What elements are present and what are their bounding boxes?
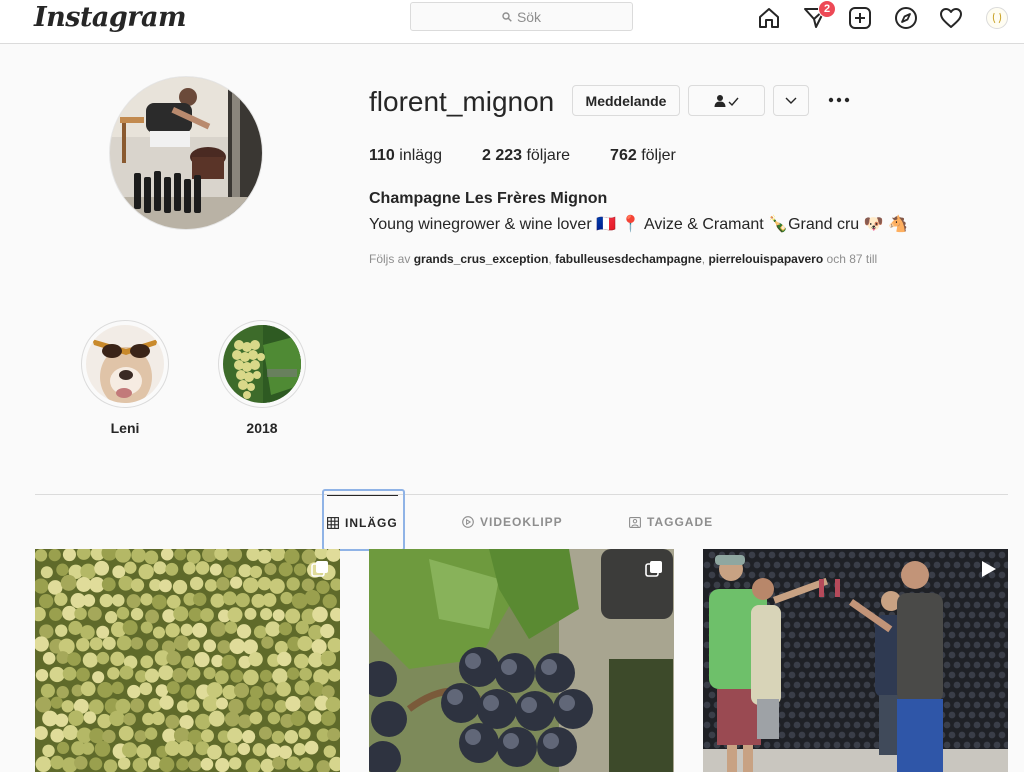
profile-stats: 110 inlägg 2 223 följare 762 följer bbox=[369, 147, 716, 165]
explore-compass-icon[interactable] bbox=[893, 5, 919, 31]
user-check-icon bbox=[714, 94, 739, 107]
highlight-2018[interactable]: 2018 bbox=[218, 320, 306, 436]
activity-heart-icon[interactable] bbox=[938, 5, 964, 31]
highlight-dog-image bbox=[86, 325, 164, 403]
carousel-icon bbox=[311, 561, 328, 577]
following-button[interactable] bbox=[688, 85, 765, 116]
tab-tagged[interactable]: TAGGADE bbox=[629, 495, 713, 549]
play-circle-icon bbox=[462, 516, 474, 528]
highlight-leni[interactable]: Leni bbox=[81, 320, 169, 436]
grid-icon bbox=[327, 516, 339, 529]
message-button[interactable]: Meddelande bbox=[572, 85, 680, 116]
suggested-accounts-button[interactable] bbox=[773, 85, 809, 116]
new-post-icon[interactable] bbox=[847, 5, 873, 31]
profile-tabs: INLÄGG VIDEOKLIPP TAGGADE bbox=[0, 495, 1024, 549]
instagram-logo[interactable]: Instagram bbox=[34, 2, 187, 33]
more-options-icon[interactable] bbox=[826, 90, 852, 110]
post-thumbnail[interactable] bbox=[703, 549, 1008, 772]
highlight-label: Leni bbox=[110, 420, 140, 436]
profile-avatar-icon[interactable] bbox=[984, 5, 1010, 31]
chevron-down-icon bbox=[785, 97, 797, 104]
video-icon bbox=[982, 561, 996, 577]
profile-picture[interactable] bbox=[109, 76, 263, 230]
followed-by[interactable]: Följs av grands_crus_exception, fabulleu… bbox=[369, 252, 877, 266]
direct-messages-icon[interactable]: 2 bbox=[802, 0, 836, 31]
highlight-label: 2018 bbox=[246, 420, 278, 436]
following-count[interactable]: 762 följer bbox=[610, 147, 676, 165]
search-placeholder: Sök bbox=[516, 8, 542, 25]
carousel-icon bbox=[645, 561, 662, 577]
search-icon bbox=[502, 11, 512, 22]
post-thumbnail[interactable] bbox=[369, 549, 674, 772]
highlight-grapes-image bbox=[223, 325, 301, 403]
search-input[interactable]: Sök bbox=[410, 2, 633, 31]
top-nav: Instagram Sök 2 bbox=[0, 0, 1024, 44]
notification-badge: 2 bbox=[818, 0, 836, 18]
posts-count: 110 inlägg bbox=[369, 147, 442, 164]
profile-username: florent_mignon bbox=[369, 86, 555, 117]
tab-videos[interactable]: VIDEOKLIPP bbox=[462, 495, 563, 549]
home-icon[interactable] bbox=[756, 5, 782, 31]
profile-bio: Young winegrower & wine lover 🇫🇷 📍 Avize… bbox=[369, 216, 908, 233]
profile-full-name: Champagne Les Frères Mignon bbox=[369, 190, 608, 207]
post-thumbnail[interactable] bbox=[35, 549, 340, 772]
followers-count[interactable]: 2 223 följare bbox=[482, 147, 570, 165]
tab-posts[interactable]: INLÄGG bbox=[327, 495, 398, 549]
tagged-icon bbox=[629, 517, 641, 528]
